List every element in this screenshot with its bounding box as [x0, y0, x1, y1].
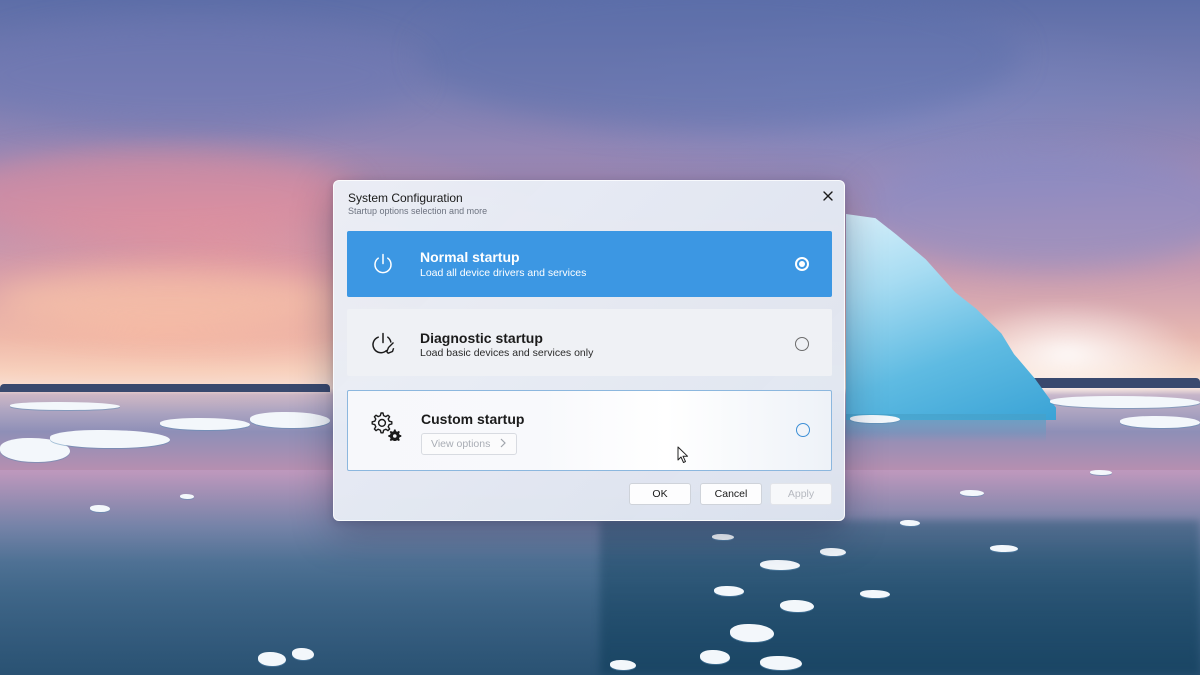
cloud [0, 20, 420, 130]
ice-floe [160, 418, 250, 430]
close-button[interactable] [816, 185, 840, 207]
dialog-title: System Configuration [348, 191, 463, 205]
cancel-button[interactable]: Cancel [700, 483, 762, 505]
ice-floe [990, 545, 1018, 552]
view-options-button[interactable]: View options [421, 433, 517, 455]
option-description: Load all device drivers and services [420, 267, 587, 279]
ice-floe [250, 412, 330, 428]
ok-button[interactable]: OK [629, 483, 691, 505]
ice-floe [780, 600, 814, 612]
cloud [420, 0, 1020, 130]
view-options-label: View options [431, 438, 491, 450]
ice-floe [700, 650, 730, 664]
option-title: Normal startup [420, 249, 520, 265]
cloud [0, 270, 340, 330]
power-wrench-icon [372, 332, 395, 354]
ice-floe [900, 520, 920, 526]
dialog-subtitle: Startup options selection and more [348, 206, 488, 216]
distant-land [0, 384, 330, 392]
ice-floe [292, 648, 314, 660]
ice-floe [860, 590, 890, 598]
ice-floe [180, 494, 194, 499]
water-reflection [600, 520, 1200, 675]
ice-floe [1090, 470, 1112, 475]
ice-floe [714, 586, 744, 596]
ice-floe [50, 430, 170, 448]
radio-diagnostic-startup[interactable] [795, 337, 809, 351]
ice-floe [820, 548, 846, 556]
option-normal-startup[interactable]: Normal startup Load all device drivers a… [347, 231, 832, 297]
ice-floe [1120, 416, 1200, 428]
radio-custom-startup[interactable] [796, 423, 810, 437]
apply-button[interactable]: Apply [770, 483, 832, 505]
option-title: Diagnostic startup [420, 330, 543, 346]
ice-floe [1050, 396, 1200, 408]
ice-floe [712, 534, 734, 540]
mouse-pointer-icon [677, 446, 688, 463]
system-configuration-dialog: System Configuration Startup options sel… [333, 180, 845, 521]
ice-floe [760, 656, 802, 670]
ice-floe [850, 415, 900, 423]
close-icon [823, 191, 833, 201]
ice-floe [760, 560, 800, 570]
distant-land [1020, 378, 1200, 388]
ice-floe [258, 652, 286, 666]
option-title: Custom startup [421, 411, 525, 427]
ice-floe [10, 402, 120, 410]
gears-icon [371, 412, 402, 441]
option-diagnostic-startup[interactable]: Diagnostic startup Load basic devices an… [347, 309, 832, 376]
ice-floe [960, 490, 984, 496]
radio-normal-startup[interactable] [795, 257, 809, 271]
ice-floe [610, 660, 636, 670]
option-description: Load basic devices and services only [420, 347, 594, 359]
ice-floe [90, 505, 110, 512]
chevron-right-icon [500, 438, 506, 451]
cloud [0, 150, 360, 240]
power-icon [374, 253, 392, 274]
ice-floe [730, 624, 774, 642]
option-custom-startup[interactable]: Custom startup View options [347, 390, 832, 471]
